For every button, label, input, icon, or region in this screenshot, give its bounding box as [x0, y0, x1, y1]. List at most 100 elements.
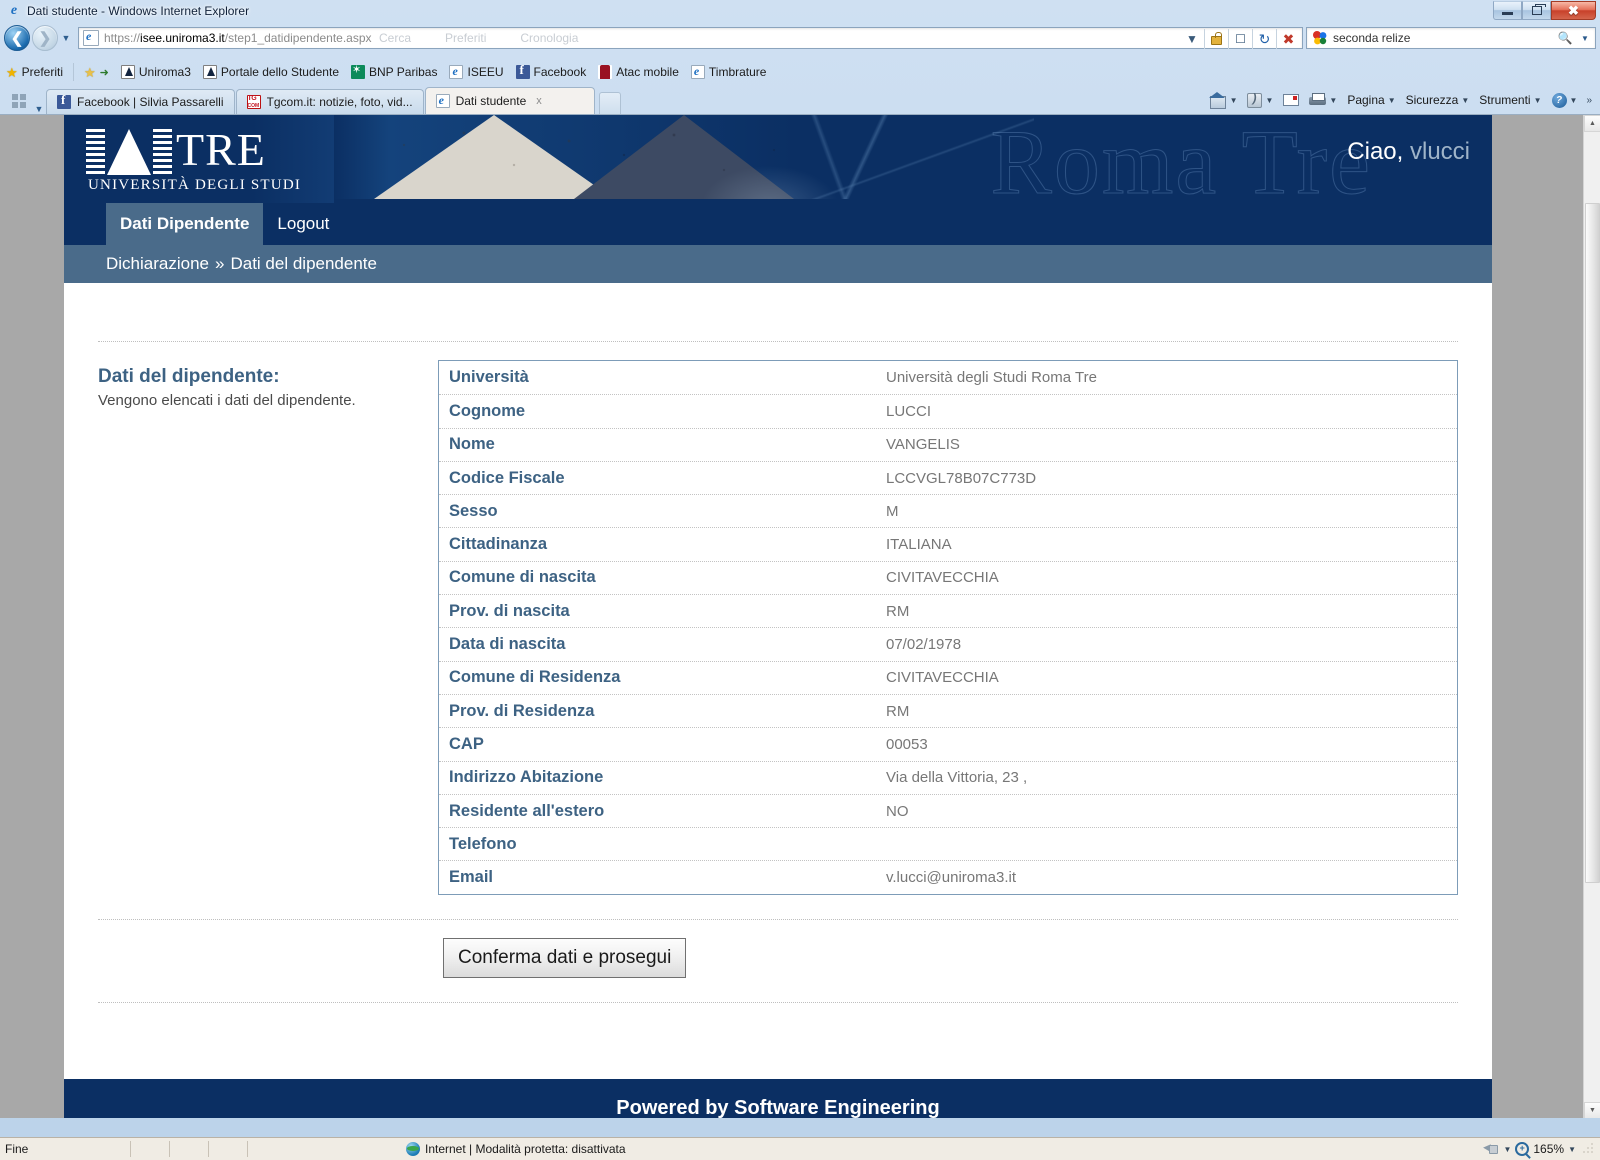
recent-pages-chevron-icon[interactable]: ▼: [58, 33, 74, 43]
favorite-label: BNP Paribas: [369, 65, 438, 79]
favorite-portale-studente[interactable]: Portale dello Studente: [197, 61, 345, 83]
favorite-uniroma3[interactable]: Uniroma3: [115, 61, 197, 83]
row-value: 00053: [886, 735, 928, 753]
ssl-lock-icon[interactable]: [1204, 29, 1228, 49]
rss-icon: [1247, 91, 1263, 108]
feeds-button[interactable]: ▼: [1242, 89, 1278, 111]
home-icon: [1208, 91, 1227, 109]
table-row: Sesso M: [439, 494, 1457, 527]
logo-bars-icon: [86, 129, 105, 175]
row-value: CIVITAVECCHIA: [886, 569, 999, 587]
menu-sicurezza[interactable]: Sicurezza ▼: [1401, 89, 1475, 111]
tab-list-chevron-icon[interactable]: ▼: [32, 104, 46, 114]
facebook-favicon-icon: [515, 62, 530, 79]
add-to-favorites-button[interactable]: ★ ➜: [78, 61, 115, 83]
hint-search: Cerca: [379, 31, 412, 45]
search-input-value[interactable]: seconda relize: [1333, 31, 1555, 45]
refresh-icon[interactable]: ↻: [1252, 29, 1276, 49]
table-row: Comune di Residenza CIVITAVECCHIA: [439, 660, 1457, 694]
row-label: Data di nascita: [449, 635, 566, 654]
mail-button[interactable]: [1278, 89, 1304, 111]
minimize-button[interactable]: [1493, 1, 1522, 20]
tab-tgcom[interactable]: Tgcom.it: notizie, foto, vid...: [235, 89, 424, 114]
favorite-bnp-paribas[interactable]: BNP Paribas: [345, 61, 443, 83]
nav-tab-dati-dipendente[interactable]: Dati Dipendente: [106, 203, 264, 245]
tab-dati-studente[interactable]: Dati studente x: [424, 87, 595, 114]
row-value: 07/02/1978: [886, 636, 962, 654]
chevron-down-icon[interactable]: ▼: [1329, 96, 1337, 105]
favorite-iseeu[interactable]: ISEEU: [443, 61, 509, 83]
scroll-up-button[interactable]: ▲: [1584, 115, 1600, 132]
command-bar: ▼ ▼ ▼ Pagina▼ Sicurezza▼ Strumenti▼ ?▼ »: [1205, 88, 1596, 112]
search-box[interactable]: seconda relize 🔍 ▼: [1306, 27, 1596, 49]
restore-button[interactable]: [1522, 1, 1551, 20]
back-button[interactable]: ❮: [4, 25, 30, 51]
search-icon[interactable]: 🔍: [1555, 31, 1575, 45]
row-value: CIVITAVECCHIA: [886, 669, 999, 687]
breadcrumb-root[interactable]: Dichiarazione: [106, 254, 209, 274]
zoom-level[interactable]: 165%: [1533, 1142, 1564, 1156]
row-value: LUCCI: [886, 402, 932, 420]
forward-button[interactable]: ❯: [32, 25, 58, 51]
chevron-down-icon[interactable]: ▼: [1265, 96, 1273, 105]
row-label: Comune di Residenza: [449, 668, 621, 687]
chevron-down-icon[interactable]: ▼: [1503, 1145, 1511, 1154]
favorite-timbrature[interactable]: Timbrature: [685, 61, 773, 83]
print-button[interactable]: ▼: [1304, 89, 1342, 111]
header-watermark: Roma Tre: [990, 115, 1372, 203]
employee-data-section: Dati del dipendente: Vengono elencati i …: [98, 342, 1458, 895]
row-label: Cittadinanza: [449, 535, 548, 554]
divider: [98, 1001, 1458, 1003]
row-value: v.lucci@uniroma3.it: [886, 869, 1016, 887]
scroll-down-button[interactable]: ▼: [1584, 1102, 1600, 1118]
facebook-favicon-icon: [57, 92, 71, 109]
section-description-panel: Dati del dipendente: Vengono elencati i …: [98, 360, 438, 409]
nav-tab-logout[interactable]: Logout: [263, 203, 343, 245]
row-value: Via della Vittoria, 23 ,: [886, 769, 1028, 787]
resize-grip[interactable]: [1582, 1143, 1594, 1155]
close-tab-icon[interactable]: x: [536, 95, 542, 107]
favorite-label: Portale dello Studente: [220, 65, 339, 79]
favorites-button[interactable]: ★ Preferiti: [0, 61, 69, 83]
zoom-icon[interactable]: +: [1515, 1142, 1530, 1156]
tab-label: Facebook | Silvia Passarelli: [77, 95, 224, 109]
row-label: CAP: [449, 734, 484, 753]
chevron-down-icon: ▼: [1569, 95, 1578, 105]
chevron-down-icon[interactable]: ▼: [1230, 96, 1238, 105]
vertical-scrollbar[interactable]: ▲ ▼: [1583, 115, 1600, 1118]
url-text: https://isee.uniroma3.it/step1_datidipen…: [104, 31, 372, 45]
favorites-label: Preferiti: [21, 65, 63, 79]
row-label: Email: [449, 868, 494, 887]
compatibility-view-icon[interactable]: ☐: [1228, 29, 1252, 49]
command-overflow-button[interactable]: »: [1582, 95, 1596, 106]
row-label: Residente all'estero: [449, 801, 605, 820]
status-bar-right: ▼ + 165% ▼: [1482, 1142, 1600, 1156]
close-button[interactable]: ✖: [1551, 1, 1596, 20]
tab-facebook[interactable]: Facebook | Silvia Passarelli: [46, 89, 235, 114]
security-zone[interactable]: Internet | Modalità protetta: disattivat…: [398, 1142, 634, 1156]
search-provider-chevron-icon[interactable]: ▼: [1575, 34, 1595, 43]
add-favorite-icon: ★: [84, 64, 96, 80]
scrollbar-thumb[interactable]: [1585, 203, 1600, 883]
help-button[interactable]: ? ▼: [1547, 89, 1583, 111]
home-button[interactable]: ▼: [1205, 89, 1243, 111]
autocomplete-chevron-icon[interactable]: ▼: [1180, 29, 1204, 49]
new-tab-button[interactable]: [598, 92, 621, 114]
menu-strumenti[interactable]: Strumenti ▼: [1474, 89, 1546, 111]
ie-favicon-icon: [690, 64, 705, 79]
privacy-report-icon[interactable]: [1482, 1142, 1499, 1156]
uniroma3-logo[interactable]: TRE: [86, 127, 266, 175]
zoom-chevron-down-icon[interactable]: ▼: [1568, 1145, 1576, 1154]
header-geometry-graphic: [704, 115, 1034, 199]
menu-pagina[interactable]: Pagina ▼: [1342, 89, 1400, 111]
quick-tabs-button[interactable]: [6, 89, 32, 113]
page-favicon-icon: [83, 29, 99, 46]
address-bar[interactable]: https://isee.uniroma3.it/step1_datidipen…: [78, 27, 1303, 49]
confirm-and-continue-button[interactable]: Conferma dati e prosegui: [443, 937, 687, 978]
stop-icon[interactable]: ✖: [1276, 29, 1300, 49]
favorite-atac-mobile[interactable]: Atac mobile: [592, 61, 685, 83]
browser-window: e Dati studente - Windows Internet Explo…: [0, 0, 1600, 1160]
window-controls: ✖: [1493, 1, 1596, 20]
breadcrumb-current: Dati del dipendente: [230, 254, 377, 273]
favorite-facebook[interactable]: Facebook: [510, 61, 593, 83]
